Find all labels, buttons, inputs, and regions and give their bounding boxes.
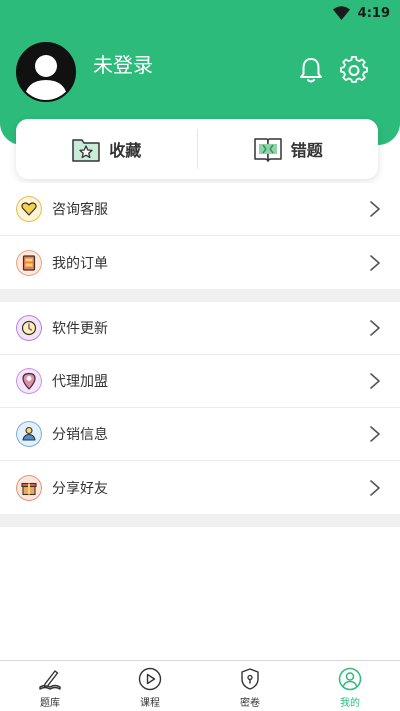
favorites-label: 收藏 xyxy=(109,141,142,160)
nav-tab-courses[interactable]: 课程 xyxy=(100,661,200,711)
nav-label: 我的 xyxy=(340,698,360,709)
menu-item-customer-service[interactable]: 咨询客服 xyxy=(0,183,400,236)
order-icon xyxy=(16,249,42,276)
user-icon xyxy=(338,667,362,691)
menu-label: 咨询客服 xyxy=(52,202,108,218)
menu-label: 分销信息 xyxy=(52,427,108,443)
avatar[interactable] xyxy=(16,42,76,102)
distribution-icon xyxy=(16,421,42,447)
username-label[interactable]: 未登录 xyxy=(93,49,153,78)
quick-actions-card: 收藏 错题 xyxy=(16,119,378,179)
nav-tab-secret-papers[interactable]: 密卷 xyxy=(200,661,300,711)
section-separator xyxy=(0,289,400,302)
favorites-button[interactable]: 收藏 xyxy=(16,119,197,179)
lock-shield-icon xyxy=(241,668,259,690)
chevron-right-icon xyxy=(370,201,380,217)
gift-icon xyxy=(16,474,42,501)
status-bar: 4:19 xyxy=(0,0,400,26)
nav-label: 密卷 xyxy=(240,698,260,709)
menu-label: 我的订单 xyxy=(52,255,108,272)
menu-item-software-update[interactable]: 软件更新 xyxy=(0,302,400,355)
nav-label: 课程 xyxy=(140,698,160,709)
default-avatar-icon xyxy=(18,44,74,100)
menu-label: 软件更新 xyxy=(52,321,108,337)
play-icon xyxy=(138,667,162,691)
nav-label: 题库 xyxy=(40,698,60,709)
chevron-right-icon xyxy=(370,373,380,389)
chevron-right-icon xyxy=(370,254,380,271)
wrong-questions-button[interactable]: 错题 xyxy=(198,119,379,179)
heart-chat-icon xyxy=(16,196,42,222)
chevron-right-icon xyxy=(370,426,380,442)
pen-book-icon xyxy=(39,670,61,690)
menu-item-my-orders[interactable]: 我的订单 xyxy=(0,236,400,289)
menu-item-distribution-info[interactable]: 分销信息 xyxy=(0,408,400,461)
menu-item-agent-join[interactable]: 代理加盟 xyxy=(0,355,400,408)
star-folder-icon xyxy=(72,139,100,162)
book-icon xyxy=(253,138,282,162)
bottom-nav: 题库 课程 密卷 我的 xyxy=(0,660,400,711)
menu-item-share-friends[interactable]: 分享好友 xyxy=(0,461,400,514)
nav-tab-question-bank[interactable]: 题库 xyxy=(0,661,100,711)
menu-group-service: 咨询客服 我的订单 xyxy=(0,183,400,289)
section-separator xyxy=(0,514,400,527)
nav-tab-mine[interactable]: 我的 xyxy=(300,661,400,711)
location-icon xyxy=(16,368,42,394)
chevron-right-icon xyxy=(370,479,380,496)
update-icon xyxy=(16,315,42,341)
bell-icon[interactable] xyxy=(298,56,324,84)
menu-label: 分享好友 xyxy=(52,480,108,497)
chevron-right-icon xyxy=(370,320,380,336)
profile-screen: 4:19 未登录 收藏 错题 咨询客服 我的订单 软件更新 代理加盟 分销信息 … xyxy=(0,0,400,711)
status-time: 4:19 xyxy=(357,5,390,21)
gear-icon[interactable] xyxy=(340,56,368,84)
menu-label: 代理加盟 xyxy=(52,374,108,390)
wifi-icon xyxy=(332,6,350,20)
menu-group-more: 软件更新 代理加盟 分销信息 分享好友 xyxy=(0,302,400,514)
wrong-questions-label: 错题 xyxy=(290,141,323,160)
